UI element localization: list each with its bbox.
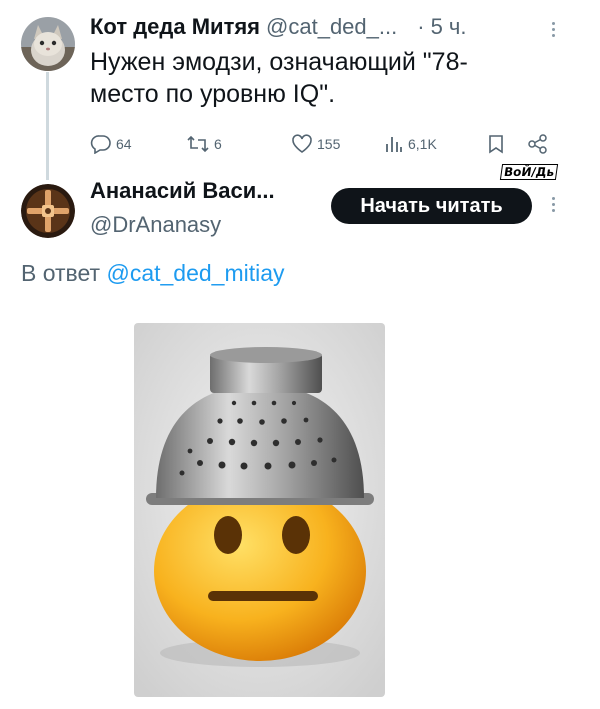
heart-icon bbox=[291, 134, 313, 154]
reply-prefix: В ответ bbox=[21, 260, 101, 286]
views-count: 6,1K bbox=[408, 136, 437, 152]
more-icon[interactable] bbox=[552, 22, 555, 37]
reply-author-name[interactable]: Ананасий Васи... bbox=[90, 178, 275, 204]
views-action[interactable]: 6,1K bbox=[384, 134, 437, 154]
retweet-icon bbox=[186, 134, 210, 154]
parent-author-name[interactable]: Кот деда Митяя bbox=[90, 14, 260, 40]
attached-image[interactable] bbox=[134, 323, 385, 697]
thread-connector-line bbox=[46, 72, 49, 180]
parent-tweet-time[interactable]: 5 ч. bbox=[431, 14, 467, 40]
reply-to-link[interactable]: @cat_ded_mitiay bbox=[106, 260, 284, 286]
bookmark-icon[interactable] bbox=[488, 134, 504, 159]
retweet-action[interactable]: 6 bbox=[186, 134, 222, 154]
reply-author-avatar[interactable] bbox=[21, 184, 75, 238]
watermark-badge: ВоЙ/Дь bbox=[499, 164, 559, 180]
header-separator: · bbox=[417, 14, 425, 39]
reply-count: 64 bbox=[116, 136, 132, 152]
parent-author-handle[interactable]: @cat_ded_... bbox=[266, 14, 397, 40]
follow-button[interactable]: Начать читать bbox=[331, 188, 532, 224]
retweet-count: 6 bbox=[214, 136, 222, 152]
views-icon bbox=[384, 134, 404, 154]
like-count: 155 bbox=[317, 136, 341, 152]
reply-context: В ответ @cat_ded_mitiay bbox=[21, 260, 285, 287]
parent-author-avatar[interactable] bbox=[21, 17, 75, 71]
reply-more-icon[interactable] bbox=[552, 197, 555, 212]
reply-icon bbox=[90, 134, 112, 154]
share-icon[interactable] bbox=[527, 134, 549, 159]
reply-author-handle[interactable]: @DrAnanasy bbox=[90, 212, 221, 238]
reply-action[interactable]: 64 bbox=[90, 134, 132, 154]
parent-tweet-header: Кот деда Митяя @cat_ded_... · 5 ч. bbox=[90, 14, 466, 40]
like-action[interactable]: 155 bbox=[291, 134, 340, 154]
parent-tweet-text: Нужен эмодзи, означающий "78-место по ур… bbox=[90, 48, 468, 108]
